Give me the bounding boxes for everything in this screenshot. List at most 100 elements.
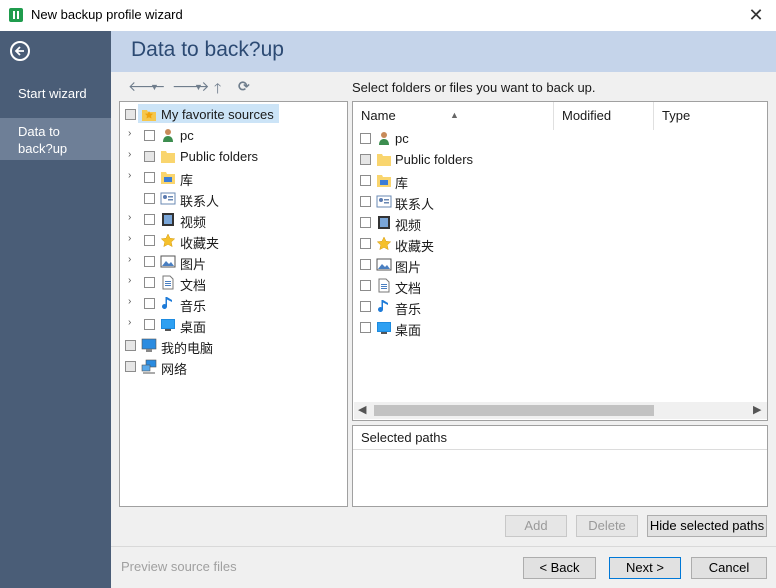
tree-item[interactable]: › 库: [120, 167, 347, 188]
close-icon[interactable]: ✕: [745, 4, 767, 26]
expand-chevron-icon[interactable]: ›: [128, 212, 138, 223]
desktop-icon: [377, 322, 391, 334]
tree-item[interactable]: › 图片: [120, 251, 347, 272]
forward-nav-icon[interactable]: 🡒: [172, 78, 210, 95]
expand-chevron-icon[interactable]: ›: [128, 254, 138, 265]
sidebar-item-start-wizard[interactable]: Start wizard: [0, 86, 111, 106]
tree-checkbox[interactable]: [144, 214, 155, 225]
file-list[interactable]: Name ▲ Modified Type pc Public folders 库…: [352, 101, 768, 421]
title-bar: New backup profile wizard ✕: [0, 0, 776, 31]
expand-chevron-icon[interactable]: ›: [128, 275, 138, 286]
expand-chevron-icon[interactable]: ›: [128, 149, 138, 160]
list-item-label: 音乐: [395, 302, 422, 317]
tree-checkbox[interactable]: [144, 319, 155, 330]
list-checkbox[interactable]: [360, 280, 371, 291]
list-checkbox[interactable]: [360, 217, 371, 228]
delete-button[interactable]: Delete: [576, 515, 638, 537]
column-header-type[interactable]: Type: [654, 102, 767, 130]
back-nav-icon[interactable]: 🡐: [128, 78, 166, 95]
back-button[interactable]: < Back: [523, 557, 596, 579]
forward-history-dropdown-icon[interactable]: ▼: [194, 82, 203, 92]
list-checkbox[interactable]: [360, 133, 371, 144]
preview-source-files-link[interactable]: Preview source files: [121, 559, 237, 574]
list-item-label: 桌面: [395, 323, 422, 338]
list-checkbox[interactable]: [360, 322, 371, 333]
expand-chevron-icon[interactable]: ›: [128, 170, 138, 181]
tree-item-label: 图片: [180, 257, 207, 272]
tree-checkbox[interactable]: [144, 235, 155, 246]
computer-icon: [141, 338, 157, 352]
wizard-sidebar: Start wizard Data to back?up: [0, 31, 111, 588]
list-item[interactable]: 视频: [353, 212, 767, 233]
back-history-dropdown-icon[interactable]: ▼: [150, 82, 159, 92]
scrollbar-thumb[interactable]: [374, 405, 654, 416]
tree-checkbox[interactable]: [125, 109, 136, 120]
tree-item[interactable]: › Public folders: [120, 146, 347, 167]
list-item[interactable]: 库: [353, 170, 767, 191]
tree-item[interactable]: › pc: [120, 125, 347, 146]
column-header-name[interactable]: Name ▲: [353, 102, 554, 130]
tree-checkbox[interactable]: [125, 361, 136, 372]
contacts-icon: [376, 195, 392, 208]
tree-item[interactable]: › 音乐: [120, 293, 347, 314]
tree-checkbox[interactable]: [144, 298, 155, 309]
up-nav-icon[interactable]: 🡑: [214, 78, 221, 102]
list-checkbox[interactable]: [360, 175, 371, 186]
selected-paths-header: Selected paths: [353, 426, 767, 450]
expand-chevron-icon[interactable]: ›: [128, 128, 138, 139]
hide-selected-paths-button[interactable]: Hide selected paths: [647, 515, 767, 537]
list-checkbox[interactable]: [360, 301, 371, 312]
list-item[interactable]: 联系人: [353, 191, 767, 212]
list-checkbox[interactable]: [360, 238, 371, 249]
list-item-label: 库: [395, 176, 409, 191]
list-checkbox[interactable]: [360, 259, 371, 270]
cancel-button[interactable]: Cancel: [691, 557, 767, 579]
tree-checkbox[interactable]: [144, 172, 155, 183]
list-item[interactable]: 图片: [353, 254, 767, 275]
column-header-modified[interactable]: Modified: [554, 102, 654, 130]
video-icon: [378, 216, 390, 229]
sidebar-item-data-to-backup[interactable]: Data to back?up: [0, 118, 111, 160]
list-item-label: 图片: [395, 260, 422, 275]
tree-checkbox[interactable]: [144, 151, 155, 162]
scroll-right-icon[interactable]: ▶: [753, 403, 761, 416]
tree-item[interactable]: 网络: [120, 356, 347, 377]
back-arrow-icon[interactable]: [10, 41, 30, 61]
list-item[interactable]: 文档: [353, 275, 767, 296]
tree-item[interactable]: › 视频: [120, 209, 347, 230]
list-checkbox[interactable]: [360, 154, 371, 165]
scroll-left-icon[interactable]: ◀: [358, 403, 366, 416]
expand-chevron-icon[interactable]: ›: [128, 233, 138, 244]
tree-checkbox[interactable]: [125, 340, 136, 351]
add-button[interactable]: Add: [505, 515, 567, 537]
tree-item[interactable]: › 桌面: [120, 314, 347, 335]
user-icon: [163, 129, 173, 142]
tree-item-label: 视频: [180, 215, 207, 230]
page-header: Data to back?up: [111, 31, 776, 72]
source-tree[interactable]: My favorite sources › pc › Public folder…: [119, 101, 348, 507]
expand-chevron-icon[interactable]: ›: [128, 296, 138, 307]
tree-checkbox[interactable]: [144, 193, 155, 204]
tree-checkbox[interactable]: [144, 277, 155, 288]
list-item[interactable]: 收藏夹: [353, 233, 767, 254]
refresh-icon[interactable]: ⟳: [238, 78, 250, 95]
list-item[interactable]: 桌面: [353, 317, 767, 338]
selected-paths-panel[interactable]: Selected paths: [352, 425, 768, 507]
expand-chevron-icon[interactable]: ›: [128, 317, 138, 328]
tree-item[interactable]: › 收藏夹: [120, 230, 347, 251]
list-item[interactable]: 音乐: [353, 296, 767, 317]
tree-item[interactable]: 联系人: [120, 188, 347, 209]
list-item[interactable]: pc: [353, 128, 767, 149]
tree-item[interactable]: My favorite sources: [120, 104, 347, 125]
horizontal-scrollbar[interactable]: ◀ ▶: [354, 402, 767, 419]
tree-checkbox[interactable]: [144, 130, 155, 141]
next-button[interactable]: Next >: [609, 557, 681, 579]
list-item[interactable]: Public folders: [353, 149, 767, 170]
tree-item[interactable]: › 文档: [120, 272, 347, 293]
document-icon: [162, 275, 174, 290]
tree-checkbox[interactable]: [144, 256, 155, 267]
list-checkbox[interactable]: [360, 196, 371, 207]
instruction-text: Select folders or files you want to back…: [352, 80, 596, 95]
user-icon: [379, 132, 389, 145]
tree-item[interactable]: 我的电脑: [120, 335, 347, 356]
